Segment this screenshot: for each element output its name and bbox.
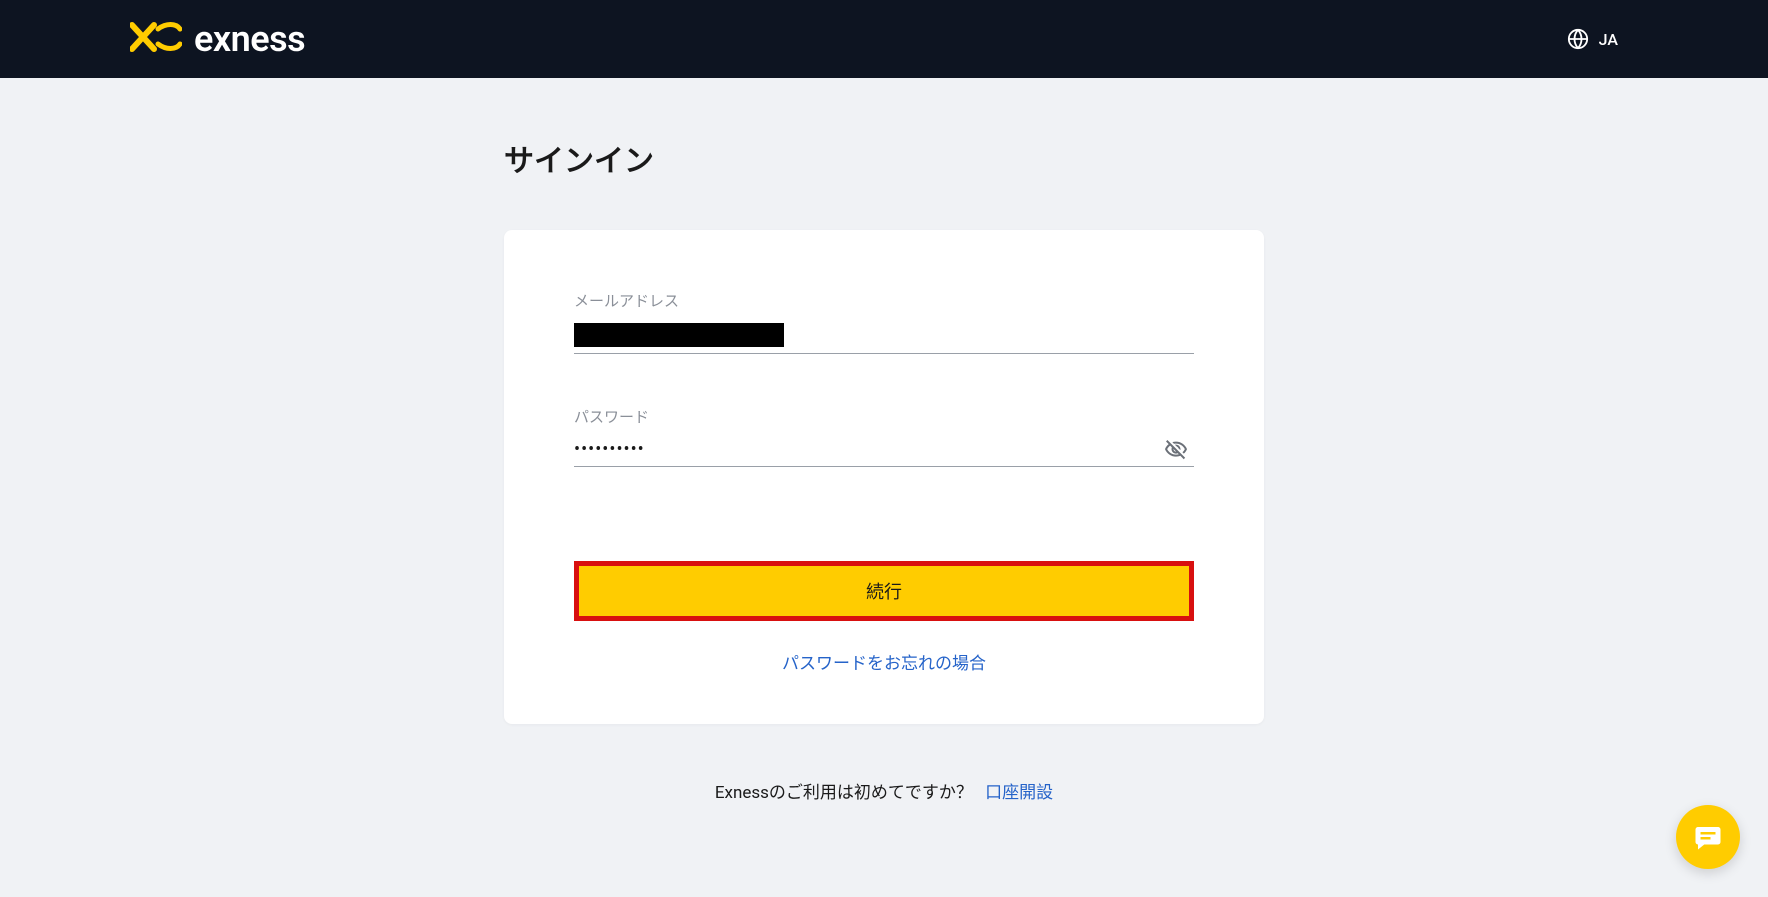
app-header: exness JA bbox=[0, 0, 1768, 78]
password-masked-value: •••••••••• bbox=[574, 439, 645, 460]
email-field-group: メールアドレス bbox=[574, 290, 1194, 354]
eye-off-icon bbox=[1164, 437, 1188, 461]
language-label: JA bbox=[1599, 30, 1618, 49]
signup-prompt-text: Exnessのご利用は初めてですか？ bbox=[715, 783, 973, 803]
chat-icon bbox=[1693, 822, 1723, 852]
password-input-wrap[interactable]: •••••••••• bbox=[574, 439, 1194, 467]
email-redacted-value bbox=[574, 323, 784, 347]
main-content: サインイン メールアドレス パスワード •••••••••• 続行 パスワードを… bbox=[504, 78, 1264, 803]
brand-logo[interactable]: exness bbox=[130, 18, 305, 60]
email-label: メールアドレス bbox=[574, 290, 1194, 311]
continue-button[interactable]: 続行 bbox=[574, 561, 1194, 621]
password-label: パスワード bbox=[574, 406, 1194, 427]
globe-icon bbox=[1567, 28, 1589, 50]
chat-button[interactable] bbox=[1676, 805, 1740, 869]
password-field-group: パスワード •••••••••• bbox=[574, 406, 1194, 467]
signup-link[interactable]: 口座開設 bbox=[985, 783, 1053, 803]
signin-card: メールアドレス パスワード •••••••••• 続行 パスワードをお忘れの場合 bbox=[504, 230, 1264, 724]
forgot-password-link[interactable]: パスワードをお忘れの場合 bbox=[574, 649, 1194, 674]
toggle-password-visibility[interactable] bbox=[1164, 437, 1188, 465]
exness-logo-icon bbox=[130, 19, 182, 59]
page-title: サインイン bbox=[504, 136, 1264, 180]
signup-prompt-row: Exnessのご利用は初めてですか？ 口座開設 bbox=[504, 778, 1264, 803]
brand-name: exness bbox=[194, 18, 305, 60]
language-selector[interactable]: JA bbox=[1567, 28, 1618, 50]
email-input-wrap[interactable] bbox=[574, 323, 1194, 354]
